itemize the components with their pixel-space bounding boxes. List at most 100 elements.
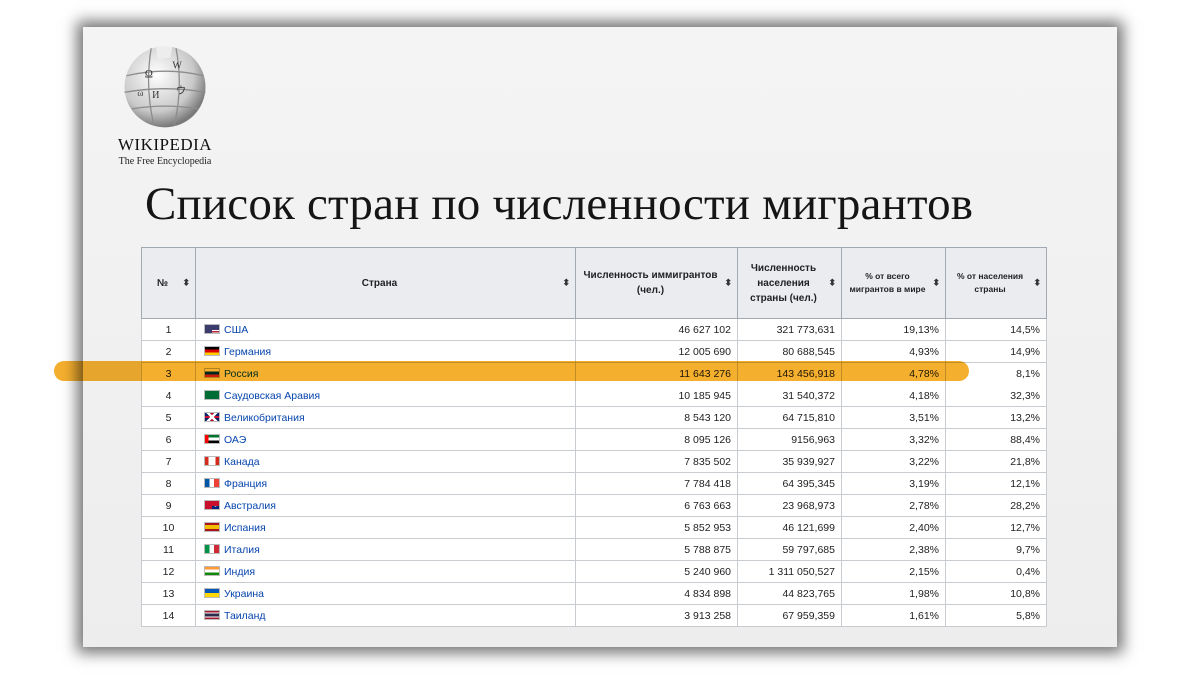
cell-immigrants: 3 913 258: [575, 604, 738, 627]
header-country[interactable]: Страна ⬍: [195, 247, 576, 319]
cell-pct-world: 3,19%: [841, 472, 946, 495]
flag-ae-icon: [204, 433, 220, 444]
header-population[interactable]: Численность населения страны (чел.) ⬍: [737, 247, 842, 319]
header-label: №: [156, 277, 169, 289]
cell-rank: 10: [141, 516, 196, 539]
cell-immigrants: 46 627 102: [575, 318, 738, 341]
sort-arrows-icon[interactable]: ⬍: [562, 278, 570, 288]
cell-pct-country: 12,7%: [945, 516, 1047, 539]
cell-country: США: [195, 318, 576, 341]
country-link[interactable]: Украина: [224, 588, 264, 600]
country-link[interactable]: Великобритания: [224, 412, 305, 424]
header-label: Численность иммигрантов (чел.): [583, 270, 718, 296]
header-rank[interactable]: № ⬍: [141, 247, 196, 319]
cell-population: 35 939,927: [737, 450, 842, 473]
sort-arrows-icon[interactable]: ⬍: [828, 278, 836, 288]
header-pct-world[interactable]: % от всего мигрантов в мире ⬍: [841, 247, 946, 319]
cell-immigrants: 7 835 502: [575, 450, 738, 473]
cell-rank: 14: [141, 604, 196, 627]
cell-population: 64 395,345: [737, 472, 842, 495]
cell-pct-world: 1,98%: [841, 582, 946, 605]
table-row: 12 Индия 5 240 960 1 311 050,527 2,15% 0,4%: [141, 560, 1047, 583]
country-link[interactable]: Франция: [224, 478, 267, 490]
cell-pct-world: 3,32%: [841, 428, 946, 451]
table-row: 7 Канада 7 835 502 35 939,927 3,22% 21,8%: [141, 450, 1047, 473]
cell-rank: 11: [141, 538, 196, 561]
cell-immigrants: 11 643 276: [575, 362, 738, 385]
cell-pct-country: 88,4%: [945, 428, 1047, 451]
cell-rank: 1: [141, 318, 196, 341]
table-row: 2 Германия 12 005 690 80 688,545 4,93% 14,9%: [141, 340, 1047, 363]
sort-arrows-icon[interactable]: ⬍: [182, 278, 190, 288]
cell-population: 67 959,359: [737, 604, 842, 627]
cell-rank: 9: [141, 494, 196, 517]
cell-rank: 12: [141, 560, 196, 583]
cell-population: 1 311 050,527: [737, 560, 842, 583]
sort-arrows-icon[interactable]: ⬍: [1033, 278, 1041, 288]
cell-country: Таиланд: [195, 604, 576, 627]
flag-au-icon: [204, 499, 220, 510]
wikipedia-logo[interactable]: Ω W И ウ ω WIKIPEDIA The Free Encyclopedi…: [105, 39, 225, 169]
cell-immigrants: 8 543 120: [575, 406, 738, 429]
flag-sa-icon: [204, 389, 220, 400]
cell-rank: 5: [141, 406, 196, 429]
flag-in-icon: [204, 565, 220, 576]
cell-pct-world: 3,22%: [841, 450, 946, 473]
cell-immigrants: 12 005 690: [575, 340, 738, 363]
header-label: Численность населения страны (чел.): [750, 262, 817, 304]
page-title: Список стран по численности мигрантов: [145, 178, 974, 230]
country-link[interactable]: Таиланд: [224, 610, 266, 622]
cell-pct-world: 2,78%: [841, 494, 946, 517]
flag-us-icon: [204, 323, 220, 334]
table-row: 13 Украина 4 834 898 44 823,765 1,98% 10,8%: [141, 582, 1047, 605]
cell-country: Индия: [195, 560, 576, 583]
country-link[interactable]: Австралия: [224, 500, 276, 512]
cell-pct-world: 2,15%: [841, 560, 946, 583]
cell-pct-country: 5,8%: [945, 604, 1047, 627]
cell-rank: 6: [141, 428, 196, 451]
svg-text:Ω: Ω: [145, 69, 153, 81]
cell-pct-country: 28,2%: [945, 494, 1047, 517]
cell-population: 31 540,372: [737, 384, 842, 407]
country-link[interactable]: Испания: [224, 522, 266, 534]
cell-pct-world: 19,13%: [841, 318, 946, 341]
cell-country: Франция: [195, 472, 576, 495]
cell-country: Канада: [195, 450, 576, 473]
table-row: 10 Испания 5 852 953 46 121,699 2,40% 12,7%: [141, 516, 1047, 539]
header-immigrants[interactable]: Численность иммигрантов (чел.) ⬍: [575, 247, 738, 319]
flag-it-icon: [204, 543, 220, 554]
country-link[interactable]: Саудовская Аравия: [224, 390, 320, 402]
cell-pct-world: 4,18%: [841, 384, 946, 407]
cell-pct-world: 3,51%: [841, 406, 946, 429]
cell-pct-country: 14,5%: [945, 318, 1047, 341]
cell-immigrants: 6 763 663: [575, 494, 738, 517]
table-row: 4 Саудовская Аравия 10 185 945 31 540,372 4,…: [141, 384, 1047, 407]
country-link[interactable]: ОАЭ: [224, 434, 246, 446]
flag-fr-icon: [204, 477, 220, 488]
header-pct-country[interactable]: % от населения страны ⬍: [945, 247, 1047, 319]
cell-rank: 2: [141, 340, 196, 363]
cell-immigrants: 4 834 898: [575, 582, 738, 605]
cell-pct-country: 21,8%: [945, 450, 1047, 473]
country-link[interactable]: США: [224, 324, 248, 336]
country-link[interactable]: Германия: [224, 346, 271, 358]
wikipedia-globe-icon: Ω W И ウ ω: [124, 46, 206, 128]
table-row: 5 Великобритания 8 543 120 64 715,810 3,51% 1…: [141, 406, 1047, 429]
cell-pct-country: 9,7%: [945, 538, 1047, 561]
sort-arrows-icon[interactable]: ⬍: [932, 278, 940, 288]
cell-pct-world: 4,78%: [841, 362, 946, 385]
cell-country: Великобритания: [195, 406, 576, 429]
flag-ca-icon: [204, 455, 220, 466]
country-link[interactable]: Индия: [224, 566, 255, 578]
country-link[interactable]: Канада: [224, 456, 260, 468]
cell-country: Испания: [195, 516, 576, 539]
cell-country: Германия: [195, 340, 576, 363]
country-link[interactable]: Россия: [224, 368, 258, 380]
country-link[interactable]: Италия: [224, 544, 260, 556]
sort-arrows-icon[interactable]: ⬍: [724, 278, 732, 288]
table-header-row: № ⬍ Страна ⬍ Численность иммигрантов (чел.…: [141, 247, 1047, 319]
wikipedia-wordmark: WIKIPEDIA: [117, 135, 213, 154]
cell-pct-country: 8,1%: [945, 362, 1047, 385]
cell-immigrants: 8 095 126: [575, 428, 738, 451]
cell-population: 46 121,699: [737, 516, 842, 539]
